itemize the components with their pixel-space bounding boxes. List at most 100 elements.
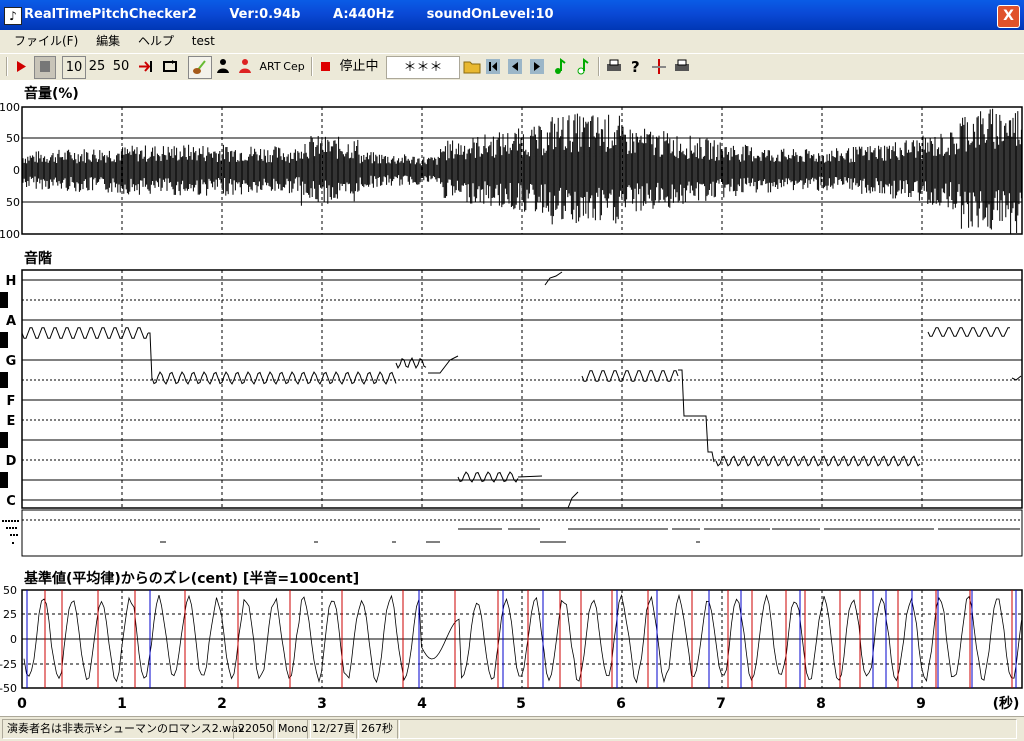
status-sample-rate: 22050 xyxy=(233,719,277,739)
player-button[interactable] xyxy=(213,56,233,77)
violin-icon xyxy=(193,60,206,74)
piano-black-key xyxy=(0,292,8,308)
menu-edit[interactable]: 編集 xyxy=(96,30,120,52)
toolbar: 10 25 50 ART Cep 停止中 ＊＊＊ ? xyxy=(0,53,1024,81)
volume-y-tick-label: 100 xyxy=(0,228,20,241)
status-empty xyxy=(397,719,1017,739)
x-axis-unit-label: (秒) xyxy=(993,695,1020,712)
note-button[interactable] xyxy=(551,56,569,77)
player-red-button[interactable] xyxy=(235,56,255,77)
art-button[interactable]: ART xyxy=(259,56,281,77)
onset-marker-dot xyxy=(2,520,4,522)
speed-10-button[interactable]: 10 xyxy=(62,56,86,79)
x-axis-tick-label: 1 xyxy=(117,696,127,712)
note-label-D: D xyxy=(6,454,17,469)
help-question-icon: ? xyxy=(631,58,640,76)
onset-marker-dot xyxy=(8,520,10,522)
note-label-H: H xyxy=(6,274,17,289)
x-axis-tick-label: 4 xyxy=(417,696,427,712)
metronome-icon: ♪ xyxy=(4,7,22,25)
skip-first-icon xyxy=(486,59,500,74)
cep-button[interactable]: Cep xyxy=(283,56,305,77)
onset-strip-frame xyxy=(21,509,1023,557)
next-icon xyxy=(530,59,544,74)
note-label-F: F xyxy=(7,394,16,409)
status-bar: 演奏者名は非表示¥シューマンのロマンス2.wav 22050 Mono 12/2… xyxy=(0,716,1024,741)
stop-icon xyxy=(40,61,50,72)
onset-marker-dot xyxy=(6,527,8,529)
onset-marker-dot xyxy=(15,527,17,529)
note-label-G: G xyxy=(6,354,17,369)
stop-button[interactable] xyxy=(34,56,56,79)
toolbar-separator xyxy=(311,57,313,76)
volume-y-tick-label: 0 xyxy=(13,164,20,177)
status-channels: Mono xyxy=(273,719,311,739)
piano-black-key xyxy=(0,372,8,388)
arrow-to-bar-icon xyxy=(139,61,152,72)
menu-help[interactable]: ヘルプ xyxy=(138,30,174,52)
open-file-button[interactable] xyxy=(462,56,482,77)
loop-button[interactable] xyxy=(160,56,180,77)
piano-black-key xyxy=(0,472,8,488)
play-button[interactable] xyxy=(11,56,31,77)
piano-black-key xyxy=(0,432,8,448)
toolbar-separator xyxy=(598,57,600,76)
note-label-A: A xyxy=(6,314,16,329)
x-axis-tick-label: 5 xyxy=(516,696,526,712)
help-button[interactable]: ? xyxy=(627,56,645,77)
onset-marker-dot xyxy=(12,527,14,529)
note-label-E: E xyxy=(7,414,16,429)
record-indicator-icon xyxy=(318,56,334,77)
x-axis-tick-label: 0 xyxy=(17,696,27,712)
deviation-y-tick-label: 0 xyxy=(10,633,17,646)
status-page: 12/27頁 xyxy=(307,719,359,739)
x-axis-tick-label: 2 xyxy=(217,696,227,712)
speed-50-button[interactable]: 50 xyxy=(110,56,132,77)
note-label-C: C xyxy=(6,494,16,509)
previous-button[interactable] xyxy=(506,56,524,77)
grid-toggle-button[interactable] xyxy=(649,56,669,77)
sound-on-level: soundOnLevel:10 xyxy=(426,7,554,22)
deviation-y-tick-label: 50 xyxy=(3,584,17,597)
title-bar: ♪ RealTimePitchChecker2 Ver:0.94b A:440H… xyxy=(0,0,1024,30)
menu-test[interactable]: test xyxy=(192,30,215,52)
deviation-y-tick-label: -25 xyxy=(0,658,17,671)
app-name: RealTimePitchChecker2 xyxy=(24,7,197,22)
next-button[interactable] xyxy=(528,56,546,77)
chart-area: 音量(%) 音階 基準値(平均律)からのズレ(cent) [半音=100cent… xyxy=(0,80,1024,716)
scale-plot-frame xyxy=(21,269,1023,509)
status-label: 停止中 xyxy=(339,59,379,74)
x-axis-tick-label: 7 xyxy=(716,696,726,712)
piano-black-key xyxy=(0,332,8,348)
note-outline-icon xyxy=(577,58,589,75)
pitch-display: ＊＊＊ xyxy=(386,56,460,79)
svg-text:?: ? xyxy=(631,58,640,76)
x-axis-tick-label: 6 xyxy=(616,696,626,712)
status-filename: 演奏者名は非表示¥シューマンのロマンス2.wav xyxy=(2,719,245,739)
violin-button[interactable] xyxy=(188,56,212,79)
first-button[interactable] xyxy=(484,56,502,77)
printer-setup-icon xyxy=(675,59,689,71)
deviation-y-tick-label: 25 xyxy=(3,608,17,621)
person-red-icon xyxy=(239,59,251,73)
speed-25-button[interactable]: 25 xyxy=(86,56,108,77)
a-frequency: A:440Hz xyxy=(333,7,395,22)
prev-icon xyxy=(508,59,522,74)
close-button[interactable]: X xyxy=(997,5,1020,28)
onset-marker-dot xyxy=(10,534,12,536)
volume-y-tick-label: 50 xyxy=(6,196,20,209)
onset-marker-dot xyxy=(17,520,19,522)
menu-file[interactable]: ファイル(F) xyxy=(14,30,78,52)
x-axis-tick-label: 3 xyxy=(317,696,327,712)
note-outline-button[interactable] xyxy=(574,56,592,77)
volume-y-tick-label: 50 xyxy=(6,132,20,145)
x-axis-tick-label: 8 xyxy=(816,696,826,712)
print-setup-button[interactable] xyxy=(672,56,692,77)
print-button[interactable] xyxy=(604,56,624,77)
onset-marker-dot xyxy=(12,542,14,544)
loop-icon xyxy=(163,60,177,72)
jump-end-button[interactable] xyxy=(136,56,156,77)
onset-marker-dot xyxy=(9,527,11,529)
printer-icon xyxy=(607,59,621,71)
onset-marker-dot xyxy=(16,534,18,536)
